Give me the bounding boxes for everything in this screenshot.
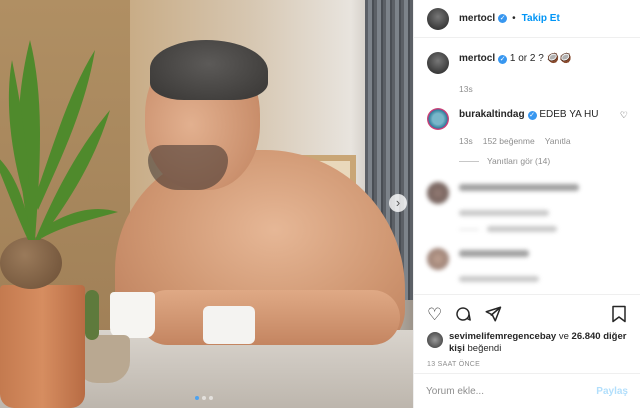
likes-summary: sevimelifemregencebay ve 26.840 diğer ki… — [427, 331, 627, 355]
reply-button[interactable]: Yanıtla — [545, 136, 571, 146]
verified-icon: ✓ — [498, 14, 508, 23]
plant-pot — [0, 285, 85, 408]
heart-icon[interactable]: ♡ — [427, 306, 442, 323]
comment-icon[interactable] — [454, 305, 472, 323]
avatar[interactable] — [427, 108, 449, 130]
comment-likes[interactable]: 152 beğenme — [483, 136, 535, 146]
beard — [148, 145, 228, 190]
view-replies-button[interactable]: Yanıtları gör (14) — [459, 156, 640, 166]
wristband — [203, 306, 255, 344]
carousel-dot — [209, 396, 213, 400]
avatar[interactable] — [427, 52, 449, 74]
avatar[interactable] — [427, 7, 449, 30]
caption-text: 1 or 2 ? 🥥🥥 — [509, 53, 572, 64]
follow-button[interactable]: Takip Et — [522, 13, 560, 24]
add-comment-bar: Yorum ekle... Paylaş — [414, 373, 640, 408]
comment-username[interactable]: burakaltindag — [459, 109, 525, 120]
likes-suffix: beğendi — [467, 343, 502, 354]
avatar — [427, 248, 449, 270]
carousel-dot — [202, 396, 206, 400]
cactus — [85, 290, 99, 340]
comments-list[interactable]: mertocl ✓ 1 or 2 ? 🥥🥥 13s burakaltindag ✓ … — [414, 52, 640, 294]
comment-input[interactable]: Yorum ekle... — [426, 386, 596, 397]
caption-row: mertocl ✓ 1 or 2 ? 🥥🥥 — [414, 52, 640, 74]
author-username[interactable]: mertocl — [459, 13, 495, 24]
likes-connector: ve — [558, 331, 569, 342]
blurred-comment — [414, 248, 640, 282]
post-actions: ♡ sevimelifemregencebay ve 26.840 diğer … — [414, 294, 640, 368]
comment-time: 13s — [459, 136, 473, 146]
separator-dot: • — [512, 13, 516, 24]
post-side-panel: mertocl ✓ • Takip Et mertocl ✓ 1 or 2 ? 🥥… — [413, 0, 640, 408]
view-replies-label: Yanıtları gör (14) — [487, 156, 551, 166]
comment-text: EDEB YA HU — [539, 109, 599, 120]
liked-by-user[interactable]: sevimelifemregencebay — [449, 331, 556, 342]
plant-leaves — [0, 40, 118, 240]
comment-item: burakaltindag ✓ EDEB YA HU ♡ 13s 152 beğe… — [414, 108, 640, 166]
share-icon[interactable] — [484, 305, 502, 323]
bookmark-icon[interactable] — [611, 305, 627, 323]
avatar — [427, 182, 449, 204]
post-header: mertocl ✓ • Takip Et — [414, 0, 640, 38]
like-comment-icon[interactable]: ♡ — [620, 110, 628, 121]
verified-icon: ✓ — [498, 55, 508, 64]
carousel-dot — [195, 396, 199, 400]
hair — [150, 40, 268, 100]
next-slide-button[interactable]: › — [389, 194, 407, 212]
post-photo[interactable]: › — [0, 0, 413, 408]
blurred-comment — [414, 182, 640, 232]
divider — [459, 160, 479, 162]
caption-time: 13s — [459, 84, 473, 94]
mug — [110, 292, 155, 338]
post-comment-button[interactable]: Paylaş — [596, 386, 628, 397]
avatar — [427, 332, 443, 348]
carousel-dots — [195, 396, 213, 400]
arm — [140, 290, 400, 345]
post-time-ago: 13 SAAT ÖNCE — [427, 361, 481, 368]
caption-username[interactable]: mertocl — [459, 53, 495, 64]
verified-icon: ✓ — [527, 111, 537, 120]
